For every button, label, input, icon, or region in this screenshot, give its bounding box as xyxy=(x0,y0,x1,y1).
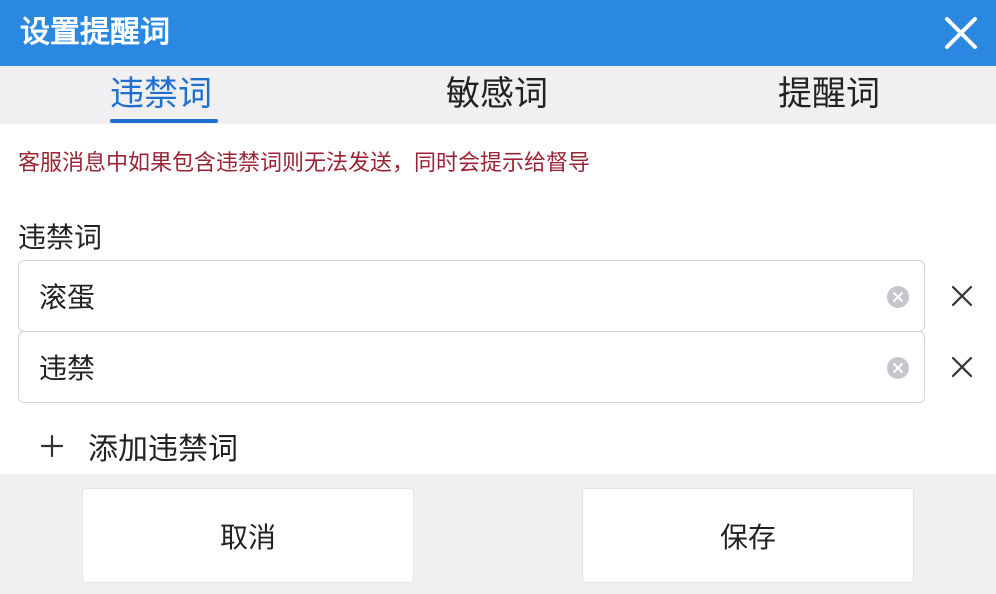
plus-icon xyxy=(40,434,64,458)
add-word-label: 添加违禁词 xyxy=(88,432,238,467)
add-word-button[interactable]: 添加违禁词 xyxy=(40,424,238,468)
dialog-titlebar: 设置提醒词 xyxy=(0,0,996,66)
word-input-box xyxy=(18,260,925,332)
dialog-footer: 取消 保存 xyxy=(0,474,996,594)
clear-circle-icon xyxy=(887,357,909,379)
active-tab-indicator xyxy=(110,119,218,123)
clear-circle-icon xyxy=(887,286,909,308)
dialog-title: 设置提醒词 xyxy=(20,15,170,50)
tab-forbidden-words[interactable]: 违禁词 xyxy=(110,72,212,120)
section-label: 违禁词 xyxy=(18,221,103,254)
word-input[interactable] xyxy=(39,273,869,319)
x-icon xyxy=(951,285,973,307)
notice-text: 客服消息中如果包含违禁词则无法发送，同时会提示给督导 xyxy=(18,151,591,176)
remove-word-button[interactable] xyxy=(946,351,978,383)
word-input-box xyxy=(18,331,925,403)
clear-button[interactable] xyxy=(886,356,910,380)
clear-button[interactable] xyxy=(886,285,910,309)
tab-sensitive-words[interactable]: 敏感词 xyxy=(446,72,548,120)
x-icon xyxy=(951,356,973,378)
tab-reminder-words[interactable]: 提醒词 xyxy=(778,72,880,120)
word-input[interactable] xyxy=(39,344,869,390)
tab-bar: 违禁词 敏感词 提醒词 xyxy=(0,66,996,124)
word-row xyxy=(18,331,978,403)
close-icon xyxy=(945,17,977,49)
tab-content: 客服消息中如果包含违禁词则无法发送，同时会提示给督导 违禁词 滚蛋 违禁 添加违… xyxy=(0,124,996,474)
save-button[interactable]: 保存 xyxy=(582,488,914,583)
close-button[interactable] xyxy=(936,8,986,58)
word-row xyxy=(18,260,978,332)
remove-word-button[interactable] xyxy=(946,280,978,312)
cancel-button[interactable]: 取消 xyxy=(82,488,414,583)
